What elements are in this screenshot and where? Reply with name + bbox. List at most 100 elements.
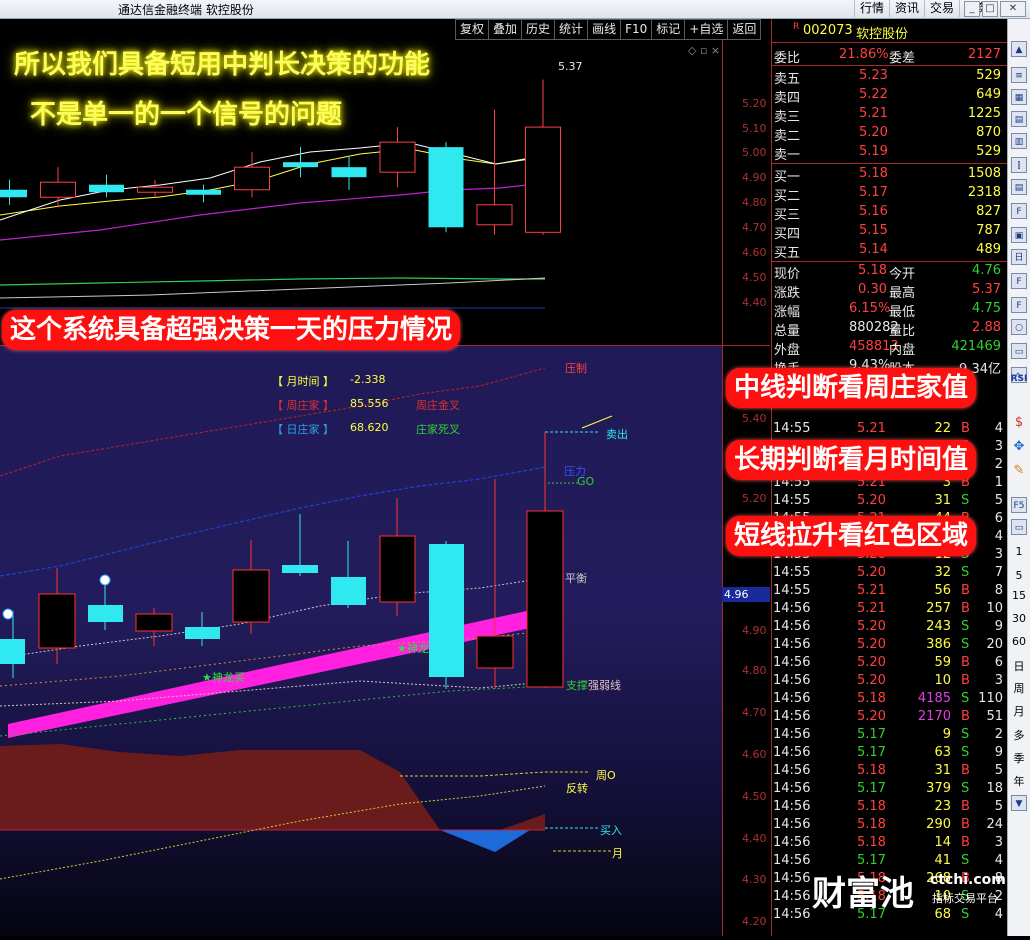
upper-axis-tick: 4.40: [742, 296, 767, 309]
tick-row[interactable]: 14:55 5.20 32 S 7: [771, 565, 1005, 583]
period-year[interactable]: 年: [1008, 773, 1030, 789]
ask-row[interactable]: 卖四 5.22 649: [771, 86, 1005, 106]
list-icon[interactable]: ≡: [1011, 67, 1027, 83]
period-15min[interactable]: 15: [1008, 589, 1030, 602]
upper-kline-chart[interactable]: 5.37 ◇ ▫ ×: [0, 40, 722, 345]
tick-row[interactable]: 14:56 5.20 386 S 20: [771, 637, 1005, 655]
move-icon[interactable]: ✥: [1011, 439, 1027, 455]
toolbar-history-button[interactable]: 历史: [522, 19, 556, 40]
layout-icon[interactable]: ▭: [1011, 519, 1027, 535]
tick-row[interactable]: 14:56 5.20 10 B 3: [771, 673, 1005, 691]
menu-quote[interactable]: 行情: [853, 0, 889, 17]
upper-axis-tick: 4.80: [742, 196, 767, 209]
period-60min[interactable]: 60: [1008, 635, 1030, 648]
tick-row[interactable]: 14:56 5.17 63 S 9: [771, 745, 1005, 763]
tick-row[interactable]: 14:56 5.20 59 B 6: [771, 655, 1005, 673]
bid-label: 买四: [774, 227, 801, 242]
ask-row[interactable]: 卖三 5.21 1225: [771, 105, 1005, 125]
tick-price: 5.18: [857, 817, 886, 832]
period-30min[interactable]: 30: [1008, 612, 1030, 625]
ask-row[interactable]: 卖一 5.19 529: [771, 143, 1005, 163]
stat-row: 现价 5.18 今开 4.76: [771, 262, 1005, 282]
f11-icon[interactable]: F: [1011, 273, 1027, 289]
menu-news[interactable]: 资讯: [888, 0, 924, 17]
maximize-icon[interactable]: □: [982, 1, 998, 17]
grid-icon[interactable]: ▦: [1011, 89, 1027, 105]
scroll-up-icon[interactable]: ▲: [1011, 41, 1027, 57]
kline-icon[interactable]: ⫿: [1011, 157, 1027, 173]
tick-volume: 2170: [917, 709, 951, 724]
tick-side: B: [961, 601, 970, 616]
toolbar-mark-button[interactable]: 标记: [652, 19, 686, 40]
toolbar-f10-button[interactable]: F10: [621, 19, 653, 40]
ask-row[interactable]: 卖二 5.20 870: [771, 124, 1005, 144]
period-month[interactable]: 月: [1008, 703, 1030, 719]
tick-count: 4: [994, 907, 1003, 922]
bid-row[interactable]: 买三 5.16 827: [771, 203, 1005, 223]
tick-side: S: [961, 493, 970, 508]
chart-options-icon[interactable]: ◇ ▫ ×: [688, 44, 720, 57]
toolbar-draw-button[interactable]: 画线: [588, 19, 622, 40]
tick-row[interactable]: 14:56 5.21 257 B 10: [771, 601, 1005, 619]
period-1min[interactable]: 1: [1008, 545, 1030, 558]
money-icon[interactable]: $: [1011, 415, 1027, 431]
ask-price: 5.20: [859, 125, 888, 140]
pen-icon[interactable]: ✎: [1011, 463, 1027, 479]
tick-row[interactable]: 14:56 5.18 31 B 5: [771, 763, 1005, 781]
toolbar-back-button[interactable]: 返回: [728, 19, 762, 40]
close-icon[interactable]: ✕: [1000, 1, 1026, 17]
stat-label: 涨跌: [774, 286, 801, 301]
tick-row[interactable]: 14:55 5.21 22 B 4: [771, 421, 1005, 439]
bid-row[interactable]: 买五 5.14 489: [771, 241, 1005, 261]
tick-count: 3: [994, 439, 1003, 454]
upper-candle-body: [525, 126, 561, 233]
lower-indicator-chart[interactable]: 【 月时间 】 -2.338 【 周庄家 】 85.556 周庄金叉 【 日庄家…: [0, 346, 722, 936]
chart-icon[interactable]: ▥: [1011, 133, 1027, 149]
tick-row[interactable]: 14:56 5.18 23 B 5: [771, 799, 1005, 817]
stat-value: 6.15%: [849, 301, 891, 316]
info-icon[interactable]: ▣: [1011, 227, 1027, 243]
minimize-icon[interactable]: _: [964, 1, 980, 17]
period-season[interactable]: 季: [1008, 750, 1030, 766]
legend-month-time-label: 【 月时间 】: [272, 375, 334, 388]
window-title-bar: 通达信金融终端 软控股份 行情 资讯 交易 服务 _ □ ✕: [0, 0, 1030, 19]
upper-axis-tick: 5.20: [742, 97, 767, 110]
period-5min[interactable]: 5: [1008, 569, 1030, 582]
period-day[interactable]: 日: [1008, 658, 1030, 674]
tick-side: B: [961, 799, 970, 814]
tick-row[interactable]: 14:56 5.20 243 S 9: [771, 619, 1005, 637]
bid-row[interactable]: 买一 5.18 1508: [771, 165, 1005, 185]
tick-row[interactable]: 14:56 5.18 290 B 24: [771, 817, 1005, 835]
f10-icon[interactable]: F: [1011, 203, 1027, 219]
bid-row[interactable]: 买四 5.15 787: [771, 222, 1005, 242]
toolbar-overlay-button[interactable]: 叠加: [489, 19, 523, 40]
doc-icon[interactable]: ▤: [1011, 179, 1027, 195]
tick-row[interactable]: 14:56 5.17 379 S 18: [771, 781, 1005, 799]
rsi-icon[interactable]: RSI: [1008, 374, 1030, 384]
toolbar-stats-button[interactable]: 统计: [555, 19, 589, 40]
label-top-fade: 压制: [565, 362, 587, 375]
f12-icon[interactable]: F: [1011, 297, 1027, 313]
table-icon[interactable]: ▤: [1011, 111, 1027, 127]
menu-trade[interactable]: 交易: [923, 0, 959, 17]
f5-icon[interactable]: F5: [1011, 497, 1027, 513]
tick-row[interactable]: 14:55 5.20 31 S 5: [771, 493, 1005, 511]
toolbar-add-watchlist-button[interactable]: +自选: [685, 19, 729, 40]
period-week[interactable]: 周: [1008, 680, 1030, 696]
bid-row[interactable]: 买二 5.17 2318: [771, 184, 1005, 204]
tick-row[interactable]: 14:56 5.18 14 B 3: [771, 835, 1005, 853]
tick-row[interactable]: 14:56 5.20 2170 B 51: [771, 709, 1005, 727]
stat-value: 421469: [951, 339, 1001, 354]
tick-count: 9: [994, 619, 1003, 634]
ask-row[interactable]: 卖五 5.23 529: [771, 67, 1005, 87]
circle-icon[interactable]: ○: [1011, 319, 1027, 335]
tick-row[interactable]: 14:56 5.17 9 S 2: [771, 727, 1005, 745]
tick-row[interactable]: 14:55 5.21 56 B 8: [771, 583, 1005, 601]
period-multi[interactable]: 多: [1008, 727, 1030, 743]
scroll-down-icon[interactable]: ▼: [1011, 795, 1027, 811]
tick-side: B: [961, 421, 970, 436]
toolbar-fuquan-button[interactable]: 复权: [455, 19, 490, 40]
window-icon[interactable]: ▭: [1011, 343, 1027, 359]
calendar-icon[interactable]: 日: [1011, 249, 1027, 265]
tick-row[interactable]: 14:56 5.18 4185 S 110: [771, 691, 1005, 709]
